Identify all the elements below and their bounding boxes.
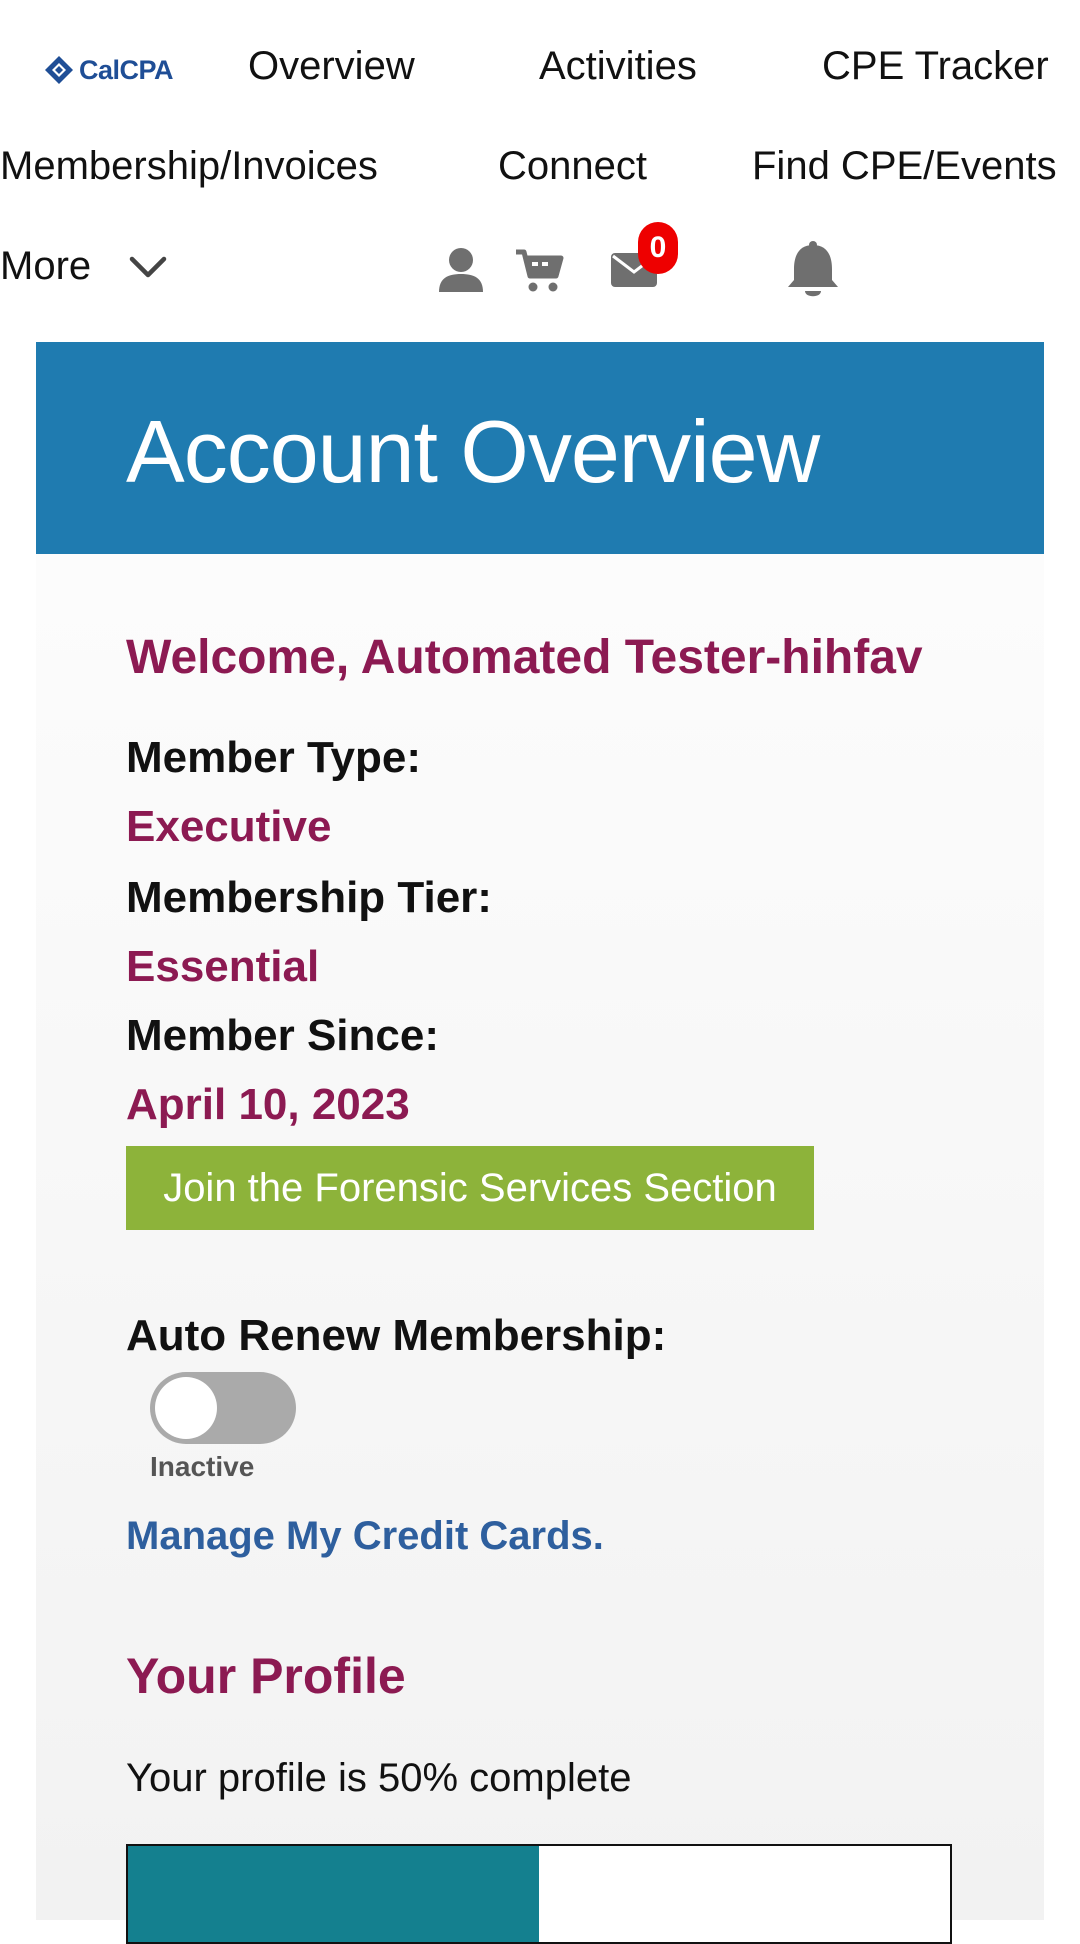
chevron-down-icon[interactable] (128, 254, 168, 280)
nav-link-activities[interactable]: Activities (539, 42, 697, 90)
top-navigation: CalCPA Overview Activities CPE Tracker M… (0, 0, 1080, 340)
auto-renew-toggle[interactable] (150, 1372, 296, 1444)
member-since-label: Member Since: (126, 1011, 439, 1060)
join-forensic-services-button[interactable]: Join the Forensic Services Section (126, 1146, 814, 1230)
auto-renew-status: Inactive (150, 1451, 255, 1482)
calcpa-logo[interactable]: CalCPA (44, 52, 174, 88)
account-summary-card: Welcome, Automated Tester-hihfav Member … (36, 554, 1044, 1944)
cart-icon[interactable] (514, 248, 564, 294)
messages-count-badge: 0 (638, 222, 678, 274)
nav-link-connect[interactable]: Connect (498, 142, 647, 190)
profile-progress-fill (128, 1846, 539, 1942)
logo-text: CalCPA (79, 54, 174, 85)
user-icon[interactable] (436, 246, 486, 294)
toggle-knob (155, 1377, 217, 1439)
auto-renew-label: Auto Renew Membership: (126, 1311, 667, 1360)
member-type-label: Member Type: (126, 733, 422, 782)
nav-link-overview[interactable]: Overview (248, 42, 415, 90)
page-title: Account Overview (126, 402, 820, 501)
nav-link-cpe-tracker[interactable]: CPE Tracker (822, 42, 1049, 90)
profile-completion-text: Your profile is 50% complete (126, 1756, 632, 1800)
bell-icon[interactable] (784, 240, 842, 300)
member-since-value: April 10, 2023 (126, 1080, 410, 1129)
membership-tier-value: Essential (126, 942, 320, 991)
member-type-value: Executive (126, 802, 332, 851)
nav-link-more[interactable]: More (0, 242, 91, 290)
manage-credit-cards-link[interactable]: Manage My Credit Cards. (126, 1512, 604, 1560)
welcome-heading: Welcome, Automated Tester-hihfav (126, 631, 923, 684)
page-header-banner: Account Overview (36, 342, 1044, 554)
nav-link-find-cpe-events[interactable]: Find CPE/Events (752, 142, 1057, 190)
profile-section-title: Your Profile (126, 1648, 406, 1704)
nav-link-membership-invoices[interactable]: Membership/Invoices (0, 142, 378, 190)
profile-progress-bar (126, 1844, 952, 1944)
calcpa-logo-mark-icon (45, 56, 73, 84)
membership-tier-label: Membership Tier: (126, 873, 492, 922)
